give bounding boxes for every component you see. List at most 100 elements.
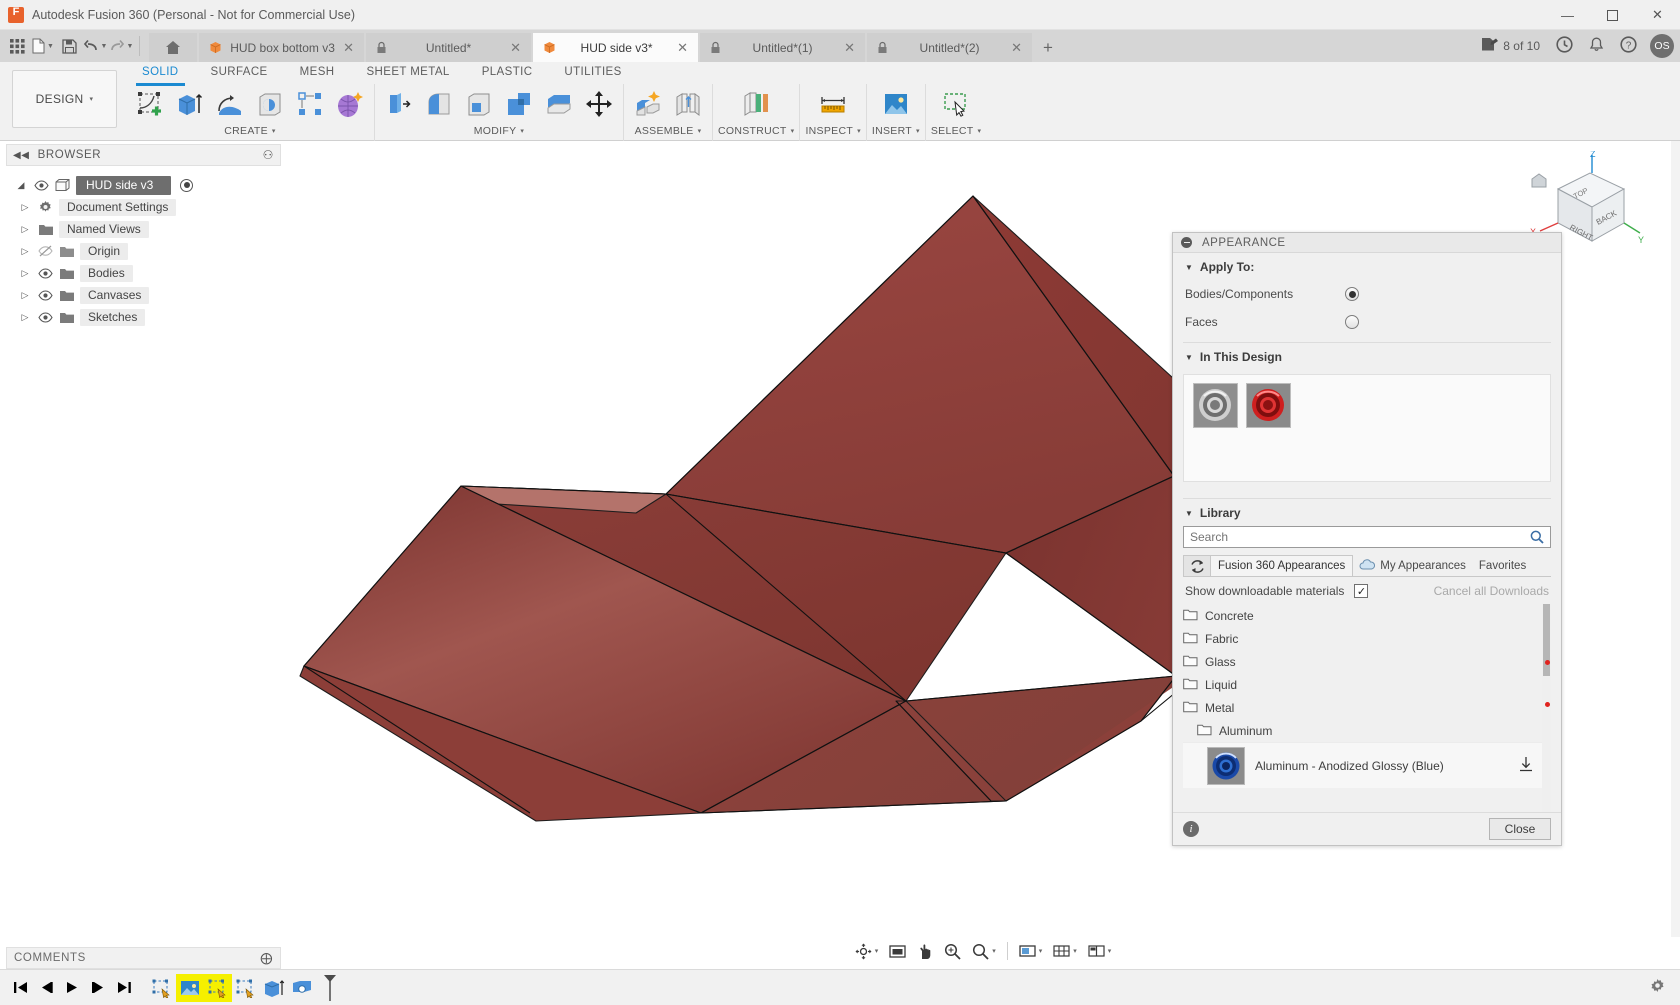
eye-hidden-icon[interactable] xyxy=(37,245,53,257)
library-folder-concrete[interactable]: Concrete xyxy=(1183,604,1551,627)
ribbon-tab-plastic[interactable]: PLASTIC xyxy=(466,64,549,84)
library-folder-aluminum[interactable]: Aluminum xyxy=(1183,719,1551,742)
orbit-icon[interactable]: ▾ xyxy=(851,939,883,963)
timeline-settings-gear-icon[interactable] xyxy=(1649,978,1666,998)
revolve-icon[interactable] xyxy=(211,85,249,123)
chevron-down-icon[interactable]: ▾ xyxy=(1039,947,1043,955)
undo-icon[interactable]: ▼ xyxy=(82,32,108,60)
fillet-icon[interactable] xyxy=(420,85,458,123)
close-window-button[interactable]: ✕ xyxy=(1635,0,1680,30)
panel-construct-title[interactable]: CONSTRUCT ▾ xyxy=(718,124,794,138)
apply-to-bodies-radio[interactable] xyxy=(1345,287,1359,301)
library-tab-favorites[interactable]: Favorites xyxy=(1472,555,1533,576)
library-section-header[interactable]: ▼ Library xyxy=(1173,499,1561,526)
eye-icon[interactable] xyxy=(33,179,49,191)
library-tab-fusion-360-appearances[interactable]: Fusion 360 Appearances xyxy=(1210,555,1354,576)
eye-icon[interactable] xyxy=(37,289,53,301)
step-back-icon[interactable] xyxy=(34,976,58,1000)
eye-icon[interactable] xyxy=(37,267,53,279)
move-copy-icon[interactable] xyxy=(580,85,618,123)
maximize-button[interactable] xyxy=(1590,0,1635,30)
close-icon[interactable]: ✕ xyxy=(677,41,688,54)
offset-face-icon[interactable] xyxy=(540,85,578,123)
minimize-button[interactable]: — xyxy=(1545,0,1590,30)
joint-icon[interactable] xyxy=(669,85,707,123)
panel-select-title[interactable]: SELECT ▾ xyxy=(931,124,981,138)
minus-circle-icon[interactable] xyxy=(1181,237,1192,248)
tree-item-document-settings[interactable]: ▷ Document Settings xyxy=(0,196,285,218)
library-folder-fabric[interactable]: Fabric xyxy=(1183,627,1551,650)
press-pull-icon[interactable] xyxy=(380,85,418,123)
job-status-button[interactable]: 8 of 10 xyxy=(1474,31,1547,61)
tree-item-canvases[interactable]: ▷ Canvases xyxy=(0,284,285,306)
close-icon[interactable]: ✕ xyxy=(510,41,521,54)
tab-hud-side-v3[interactable]: HUD side v3* ✕ xyxy=(533,33,698,62)
tab-untitled-1[interactable]: Untitled*(1) ✕ xyxy=(700,33,865,62)
workspace-selector[interactable]: DESIGN ▾ xyxy=(12,70,117,128)
panel-modify-title[interactable]: MODIFY ▾ xyxy=(474,124,524,138)
save-icon[interactable] xyxy=(56,32,82,60)
ribbon-tab-mesh[interactable]: MESH xyxy=(284,64,351,84)
tree-item-sketches[interactable]: ▷ Sketches xyxy=(0,306,285,328)
grid-snaps-icon[interactable]: ▾ xyxy=(1049,939,1081,963)
viewports-icon[interactable]: ▾ xyxy=(1084,939,1116,963)
library-scroll-thumb[interactable] xyxy=(1543,604,1550,676)
pan-zoom-fit-icon[interactable] xyxy=(885,939,910,963)
panel-inspect-title[interactable]: INSPECT ▾ xyxy=(805,124,860,138)
minus-icon[interactable]: ⚇ xyxy=(263,148,274,162)
library-scrollbar[interactable] xyxy=(1542,604,1551,812)
panel-create-title[interactable]: CREATE ▾ xyxy=(224,124,275,138)
refresh-icon[interactable] xyxy=(1183,555,1211,576)
close-button[interactable]: Close xyxy=(1489,818,1551,840)
timeline-feature-sketch-2[interactable] xyxy=(204,973,232,1002)
cancel-all-downloads-link[interactable]: Cancel all Downloads xyxy=(1434,584,1549,598)
offset-plane-icon[interactable] xyxy=(737,85,775,123)
appearance-dialog[interactable]: APPEARANCE ▼ Apply To: Bodies/Components… xyxy=(1172,232,1562,846)
search-input[interactable] xyxy=(1183,526,1551,548)
add-comment-icon[interactable]: ⨁ xyxy=(260,951,273,965)
comments-panel[interactable]: COMMENTS ⨁ xyxy=(6,947,281,969)
timeline-marker[interactable] xyxy=(316,974,344,1002)
chevron-down-icon[interactable]: ▾ xyxy=(1073,947,1077,955)
expand-arrow-icon[interactable]: ▷ xyxy=(18,268,32,279)
chevron-down-icon[interactable]: ▾ xyxy=(992,947,996,955)
tab-untitled[interactable]: Untitled* ✕ xyxy=(366,33,531,62)
notifications-button[interactable] xyxy=(1582,31,1611,61)
apply-to-faces-radio[interactable] xyxy=(1345,315,1359,329)
avatar[interactable]: OS xyxy=(1650,34,1674,58)
chevron-down-icon[interactable]: ▼ xyxy=(47,43,54,50)
show-downloadable-checkbox[interactable]: ✓ xyxy=(1354,584,1369,598)
ribbon-tab-sheet-metal[interactable]: SHEET METAL xyxy=(350,64,465,84)
expand-arrow-icon[interactable]: ▷ xyxy=(18,312,32,323)
tree-item-named-views[interactable]: ▷ Named Views xyxy=(0,218,285,240)
expand-arrow-icon[interactable]: ◢ xyxy=(14,180,28,191)
apply-to-faces-row[interactable]: Faces xyxy=(1173,308,1561,336)
combine-icon[interactable] xyxy=(500,85,538,123)
ribbon-tab-surface[interactable]: SURFACE xyxy=(195,64,284,84)
tree-item-bodies[interactable]: ▷ Bodies xyxy=(0,262,285,284)
help-button[interactable]: ? xyxy=(1613,31,1644,61)
form-icon[interactable] xyxy=(331,85,369,123)
download-icon[interactable] xyxy=(1519,756,1533,775)
pan-icon[interactable] xyxy=(913,939,937,963)
chevron-down-icon[interactable]: ▼ xyxy=(101,43,108,50)
show-downloadable-row[interactable]: Show downloadable materials ✓ Cancel all… xyxy=(1173,577,1561,604)
library-folder-glass[interactable]: Glass xyxy=(1183,650,1551,673)
library-folder-liquid[interactable]: Liquid xyxy=(1183,673,1551,696)
activate-component-icon[interactable] xyxy=(180,178,194,192)
chrome-material-swatch[interactable] xyxy=(1193,383,1238,428)
zoom-icon[interactable] xyxy=(940,939,965,963)
hole-icon[interactable] xyxy=(251,85,289,123)
grid-icon[interactable] xyxy=(4,32,30,60)
eye-icon[interactable] xyxy=(37,311,53,323)
timeline-feature-appearance[interactable] xyxy=(288,974,316,1002)
timeline-feature-sketch-3[interactable] xyxy=(232,974,260,1002)
library-folder-metal[interactable]: Metal xyxy=(1183,696,1551,719)
panel-insert-title[interactable]: INSERT ▾ xyxy=(872,124,920,138)
chevron-down-icon[interactable]: ▾ xyxy=(875,947,879,955)
info-icon[interactable]: i xyxy=(1183,821,1199,837)
library-tab-my-appearances[interactable]: My Appearances xyxy=(1352,555,1473,576)
create-sketch-icon[interactable] xyxy=(131,85,169,123)
timeline-feature-canvas[interactable] xyxy=(176,973,204,1002)
ribbon-tab-solid[interactable]: SOLID xyxy=(126,64,195,86)
